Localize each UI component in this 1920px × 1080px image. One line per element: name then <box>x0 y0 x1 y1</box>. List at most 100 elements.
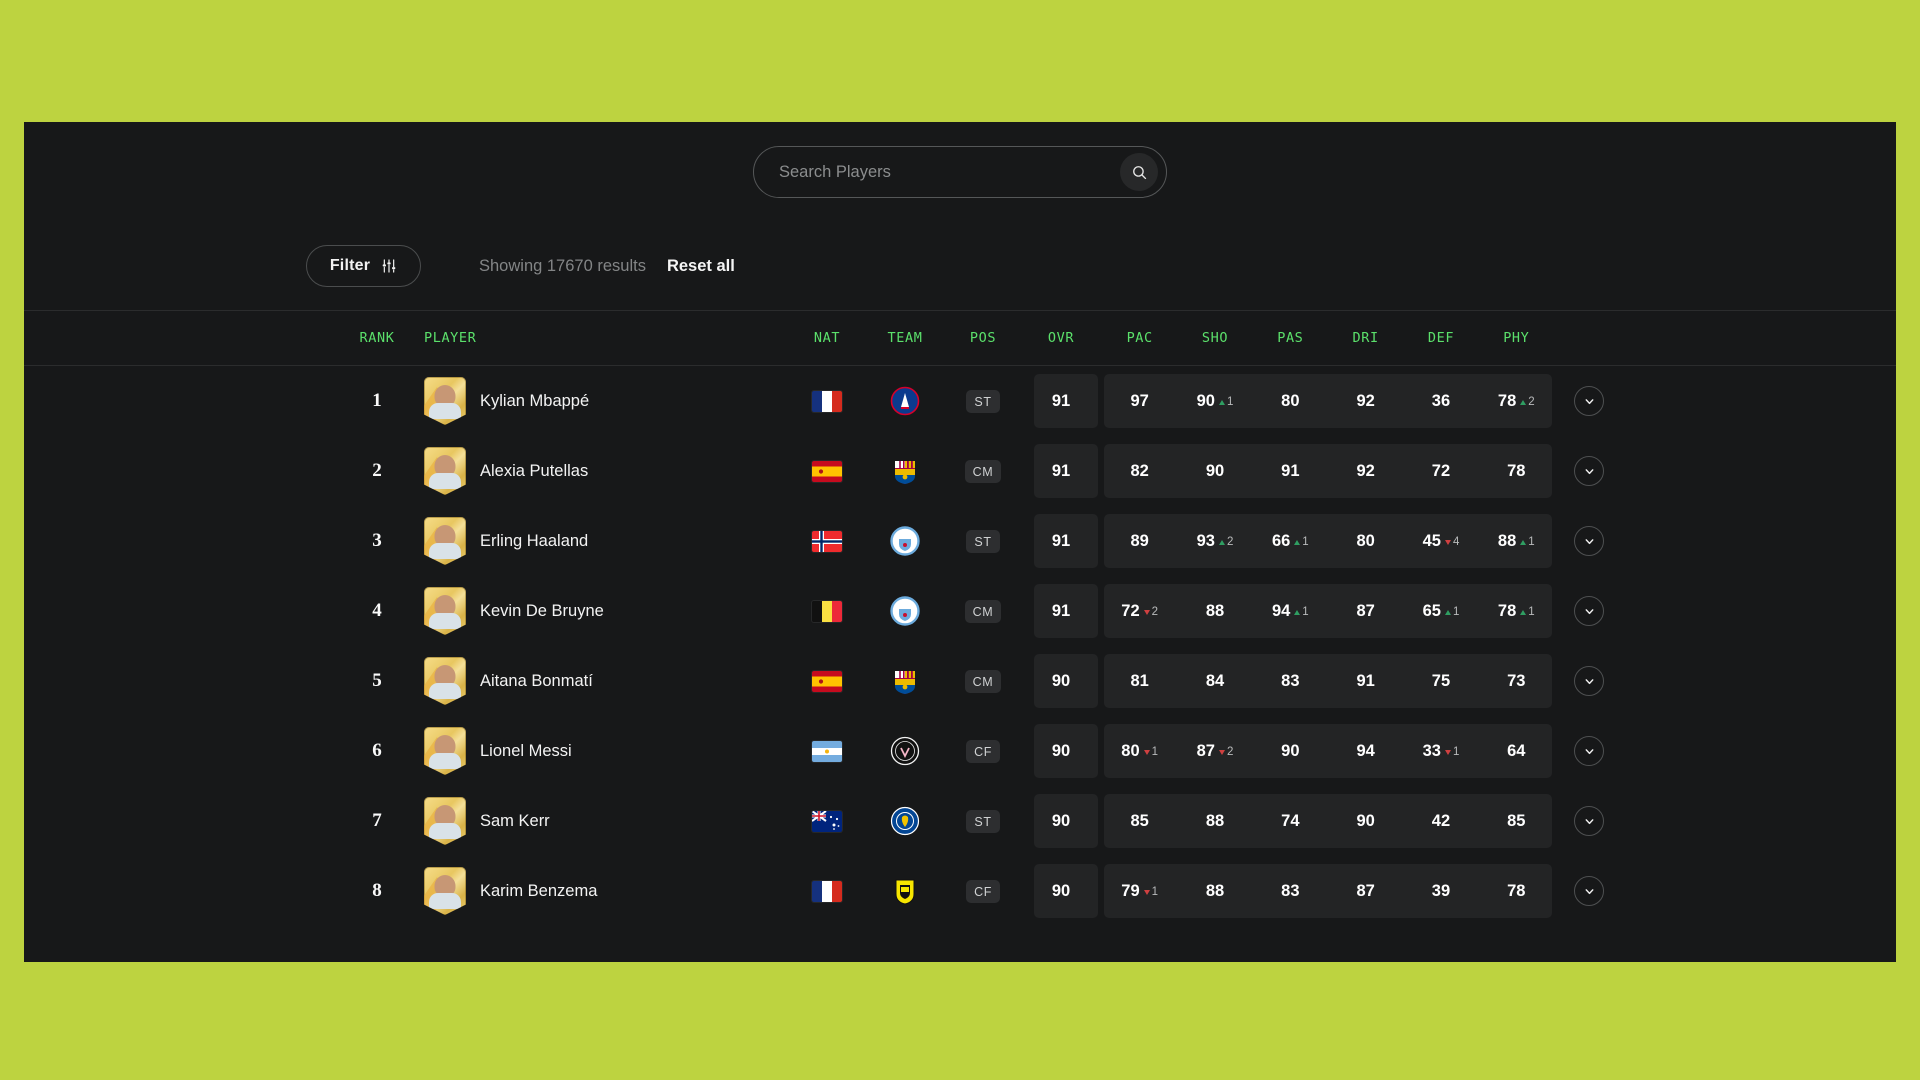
column-header-pas[interactable]: PAS <box>1253 330 1328 346</box>
stat-delta-pac: 1 <box>1143 746 1158 758</box>
search-input[interactable] <box>754 162 1120 182</box>
overall-cell: 91 <box>1028 506 1094 576</box>
expand-row-button[interactable] <box>1574 386 1604 416</box>
column-header-rank[interactable]: RANK <box>346 311 408 365</box>
stat-cell-pac: 97 <box>1102 392 1177 411</box>
position-badge: CM <box>964 459 1002 483</box>
player-cell[interactable]: Karim Benzema <box>424 856 784 926</box>
column-header-nat[interactable]: NAT <box>794 311 860 365</box>
expand-cell[interactable] <box>1554 716 1624 786</box>
expand-cell[interactable] <box>1554 576 1624 646</box>
expand-cell[interactable] <box>1554 366 1624 436</box>
player-avatar <box>424 657 466 705</box>
overall-cell: 91 <box>1028 366 1094 436</box>
column-header-def[interactable]: DEF <box>1403 330 1478 346</box>
column-header-team[interactable]: TEAM <box>872 311 938 365</box>
table-row[interactable]: 5 Aitana Bonmatí CM 90 81 84 83 91 75 73 <box>24 646 1896 716</box>
stat-value-def: 39 <box>1431 881 1451 900</box>
reset-all-button[interactable]: Reset all <box>667 257 735 276</box>
team-cell <box>872 856 938 926</box>
stat-cell-sho: 90 1 <box>1177 392 1252 411</box>
stat-value-dri: 87 <box>1356 601 1375 620</box>
player-cell[interactable]: Alexia Putellas <box>424 436 784 506</box>
column-header-sho[interactable]: SHO <box>1177 330 1252 346</box>
team-cell <box>872 576 938 646</box>
column-header-dri[interactable]: DRI <box>1328 330 1403 346</box>
expand-row-button[interactable] <box>1574 666 1604 696</box>
table-row[interactable]: 4 Kevin De Bruyne CM 91 72 2 88 94 1 87 65 1 78 1 <box>24 576 1896 646</box>
stat-value-pas: 94 <box>1271 601 1291 620</box>
table-header: RANK PLAYER NAT TEAM POS OVR PAC SHO PAS… <box>24 310 1896 366</box>
stat-delta-value: 1 <box>1302 606 1309 618</box>
table-row[interactable]: 8 Karim Benzema CF 90 79 1 88 83 87 39 78 <box>24 856 1896 926</box>
expand-row-button[interactable] <box>1574 876 1604 906</box>
player-name: Kevin De Bruyne <box>480 601 604 620</box>
stat-value-dri: 90 <box>1356 811 1375 830</box>
player-database-panel: Filter Showing 17670 results Reset all <box>24 122 1896 962</box>
team-cell <box>872 506 938 576</box>
overall-cell: 90 <box>1028 646 1094 716</box>
position-cell: CM <box>950 576 1016 646</box>
player-cell[interactable]: Erling Haaland <box>424 506 784 576</box>
stat-value-sho: 87 <box>1196 741 1215 760</box>
table-row[interactable]: 3 Erling Haaland ST 91 89 93 2 66 1 80 45 4 88 1 <box>24 506 1896 576</box>
stat-delta-sho: 2 <box>1218 746 1233 758</box>
table-body: 1 Kylian Mbappé ST 91 97 90 1 80 92 36 78 2 2 Alexia … <box>24 366 1896 926</box>
overall-value: 90 <box>1051 811 1071 830</box>
stat-cell-def: 72 <box>1403 462 1478 481</box>
player-avatar <box>424 517 466 565</box>
stat-cell-pac: 72 2 <box>1102 602 1177 621</box>
stat-value-pac: 72 <box>1121 601 1140 620</box>
stat-value-phy: 78 <box>1507 881 1526 900</box>
flag-belgium-icon <box>812 600 842 622</box>
stat-value-sho: 84 <box>1205 671 1225 690</box>
table-row[interactable]: 2 Alexia Putellas CM 91 82 90 91 92 72 78 <box>24 436 1896 506</box>
expand-row-button[interactable] <box>1574 736 1604 766</box>
position-cell: ST <box>950 366 1016 436</box>
table-row[interactable]: 6 Lionel Messi CF 90 80 1 87 2 90 94 33 1 64 <box>24 716 1896 786</box>
player-cell[interactable]: Lionel Messi <box>424 716 784 786</box>
position-cell: ST <box>950 786 1016 856</box>
stat-cell-phy: 64 <box>1479 742 1554 761</box>
stat-cell-phy: 78 <box>1479 462 1554 481</box>
expand-row-button[interactable] <box>1574 806 1604 836</box>
search-button[interactable] <box>1120 153 1158 191</box>
expand-cell[interactable] <box>1554 506 1624 576</box>
stat-column-headers: PAC SHO PAS DRI DEF PHY <box>1102 311 1554 365</box>
player-name: Lionel Messi <box>480 741 572 760</box>
column-header-pac[interactable]: PAC <box>1102 330 1177 346</box>
expand-cell[interactable] <box>1554 856 1624 926</box>
arrow-up-icon <box>1520 539 1527 545</box>
arrow-up-icon <box>1218 539 1225 545</box>
flag-argentina-icon <box>812 740 842 762</box>
stat-delta-value: 4 <box>1452 536 1460 548</box>
player-cell[interactable]: Kevin De Bruyne <box>424 576 784 646</box>
rank-value: 3 <box>372 530 382 551</box>
column-header-pos[interactable]: POS <box>950 311 1016 365</box>
stat-delta-value: 1 <box>1452 746 1460 758</box>
stat-cell-dri: 90 <box>1328 812 1403 831</box>
expand-cell[interactable] <box>1554 436 1624 506</box>
crest-intermiami-icon <box>890 736 920 766</box>
filter-button[interactable]: Filter <box>306 245 421 287</box>
column-header-phy[interactable]: PHY <box>1479 330 1554 346</box>
position-badge: CF <box>966 739 1000 763</box>
player-cell[interactable]: Kylian Mbappé <box>424 366 784 436</box>
stat-value-phy: 85 <box>1507 811 1526 830</box>
stat-value-phy: 78 <box>1497 391 1517 410</box>
stat-cell-def: 39 <box>1403 882 1478 901</box>
stat-value-def: 72 <box>1431 461 1451 480</box>
column-header-player[interactable]: PLAYER <box>424 311 784 365</box>
expand-cell[interactable] <box>1554 786 1624 856</box>
expand-row-button[interactable] <box>1574 596 1604 626</box>
player-cell[interactable]: Sam Kerr <box>424 786 784 856</box>
expand-row-button[interactable] <box>1574 456 1604 486</box>
search-box[interactable] <box>753 146 1167 198</box>
column-header-ovr[interactable]: OVR <box>1028 311 1094 365</box>
table-row[interactable]: 7 Sam Kerr ST 90 85 88 74 90 42 85 <box>24 786 1896 856</box>
expand-cell[interactable] <box>1554 646 1624 716</box>
table-row[interactable]: 1 Kylian Mbappé ST 91 97 90 1 80 92 36 78 2 <box>24 366 1896 436</box>
player-cell[interactable]: Aitana Bonmatí <box>424 646 784 716</box>
expand-row-button[interactable] <box>1574 526 1604 556</box>
position-cell: ST <box>950 506 1016 576</box>
